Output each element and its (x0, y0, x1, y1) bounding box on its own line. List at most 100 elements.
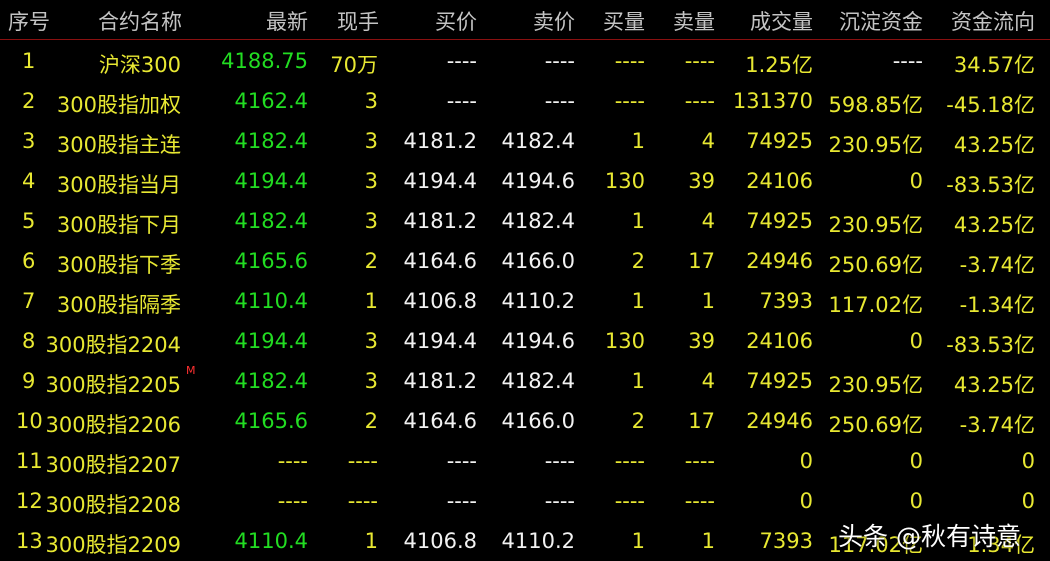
row-bid-volume: ---- (614, 89, 645, 113)
row-last-price: 4110.4 (234, 529, 308, 553)
header-index[interactable]: 序号 (8, 6, 50, 36)
row-bid-price: 4164.6 (403, 409, 477, 433)
row-ask-volume: 1 (701, 289, 715, 313)
row-volume: 7393 (759, 289, 813, 313)
row-index: 10 (16, 409, 43, 433)
row-hand: 3 (364, 329, 378, 353)
row-index: 9 (22, 369, 36, 393)
row-volume: 7393 (759, 529, 813, 553)
row-bid-price: 4106.8 (403, 529, 477, 553)
row-bid-volume: 1 (631, 529, 645, 553)
watermark: 头条 @秋有诗意 (838, 522, 1021, 551)
row-volume: 74925 (746, 129, 813, 153)
row-name: 300股指2208 (45, 493, 181, 517)
table-row[interactable]: 4 300股指当月 4194.4 3 4194.4 4194.6 130 39 24106 0 -8… (0, 161, 1050, 201)
row-bid-price: ---- (446, 449, 477, 473)
table-row[interactable]: 9 300股指2205 4182.4 3 4181.2 4182.4 1 4 74925 230.… (0, 361, 1050, 401)
row-bid-volume: 130 (604, 329, 645, 353)
row-name: 300股指2204 (45, 333, 181, 357)
header-volume[interactable]: 成交量 (750, 6, 813, 36)
row-hand: ---- (347, 449, 378, 473)
header-bid-volume[interactable]: 买量 (603, 6, 645, 36)
row-bid-price: 4181.2 (403, 129, 477, 153)
row-ask-volume: 4 (701, 209, 715, 233)
row-volume: 24106 (746, 329, 813, 353)
row-hand: 3 (364, 209, 378, 233)
row-fund: 0 (909, 329, 923, 353)
row-ask-price: ---- (544, 449, 575, 473)
row-ask-volume: 4 (701, 369, 715, 393)
row-flow: 0 (1021, 489, 1035, 513)
row-ask-price: ---- (544, 489, 575, 513)
row-name: 300股指下季 (56, 253, 181, 277)
table-row[interactable]: 11 300股指2207 ---- ---- ---- ---- ---- ---- 0 0 0 (0, 441, 1050, 481)
row-bid-volume: ---- (614, 489, 645, 513)
table-row[interactable]: 8 300股指2204 4194.4 3 4194.4 4194.6 130 39 24106 0… (0, 321, 1050, 361)
row-last-price: ---- (277, 489, 308, 513)
row-fund: 250.69亿 (828, 413, 923, 437)
row-fund: 230.95亿 (828, 213, 923, 237)
row-flow: -3.74亿 (959, 413, 1035, 437)
row-flow: 43.25亿 (953, 133, 1035, 157)
row-flow: 0 (1021, 449, 1035, 473)
header-ask[interactable]: 卖价 (533, 6, 575, 36)
row-index: 7 (22, 289, 36, 313)
row-fund: 598.85亿 (828, 93, 923, 117)
row-volume: 74925 (746, 209, 813, 233)
row-bid-price: 4181.2 (403, 209, 477, 233)
row-index: 6 (22, 249, 36, 273)
row-fund: 117.02亿 (828, 293, 923, 317)
row-last-price: 4182.4 (234, 129, 308, 153)
table-row[interactable]: 12 300股指2208 ---- ---- ---- ---- ---- ---- 0 0 0 (0, 481, 1050, 521)
header-last[interactable]: 最新 (266, 6, 308, 36)
row-flow: -1.34亿 (959, 293, 1035, 317)
table-row[interactable]: 10 300股指2206 4165.6 2 4164.6 4166.0 2 17 24946 25… (0, 401, 1050, 441)
row-name: 300股指2207 (45, 453, 181, 477)
row-ask-price: 4182.4 (501, 369, 575, 393)
row-ask-price: 4166.0 (501, 409, 575, 433)
row-bid-price: 4106.8 (403, 289, 477, 313)
row-volume: 0 (799, 489, 813, 513)
header-hand[interactable]: 现手 (337, 6, 379, 36)
header-name[interactable]: 合约名称 (98, 6, 182, 36)
row-hand: 3 (364, 129, 378, 153)
table-row[interactable]: 5 300股指下月 4182.4 3 4181.2 4182.4 1 4 74925 230.95… (0, 201, 1050, 241)
row-index: 1 (22, 49, 36, 73)
row-fund: 0 (909, 169, 923, 193)
table-row[interactable]: 6 300股指下季 4165.6 2 4164.6 4166.0 2 17 24946 250.6… (0, 241, 1050, 281)
row-name: 沪深300 (98, 53, 181, 77)
row-volume: 24946 (746, 249, 813, 273)
row-fund: 230.95亿 (828, 133, 923, 157)
table-row[interactable]: 1 沪深300 4188.75 70万 ---- ---- ---- ---- 1.25亿 ---… (0, 41, 1050, 81)
row-index: 13 (16, 529, 43, 553)
row-flow: 34.57亿 (953, 53, 1035, 77)
row-index: 2 (22, 89, 36, 113)
row-ask-volume: ---- (684, 489, 715, 513)
row-ask-price: 4182.4 (501, 209, 575, 233)
row-name: 300股指下月 (56, 213, 181, 237)
row-name: 300股指隔季 (56, 293, 181, 317)
row-hand: ---- (347, 489, 378, 513)
row-fund: 230.95亿 (828, 373, 923, 397)
header-bid[interactable]: 买价 (435, 6, 477, 36)
row-index: 3 (22, 129, 36, 153)
table-row[interactable]: 3 300股指主连 4182.4 3 4181.2 4182.4 1 4 74925 230.95… (0, 121, 1050, 161)
row-volume: 1.25亿 (745, 53, 813, 77)
row-last-price: 4165.6 (234, 409, 308, 433)
row-fund: 250.69亿 (828, 253, 923, 277)
header-flow[interactable]: 资金流向 (951, 6, 1035, 36)
row-hand: 70万 (330, 53, 378, 77)
row-volume: 24946 (746, 409, 813, 433)
row-flow: 43.25亿 (953, 373, 1035, 397)
table-row[interactable]: 7 300股指隔季 4110.4 1 4106.8 4110.2 1 1 7393 117.02亿… (0, 281, 1050, 321)
row-bid-price: ---- (446, 489, 477, 513)
row-ask-volume: ---- (684, 89, 715, 113)
table-row[interactable]: 2 300股指加权 4162.4 3 ---- ---- ---- ---- 131370 598… (0, 81, 1050, 121)
row-ask-price: 4110.2 (501, 289, 575, 313)
header-fund[interactable]: 沉淀资金 (839, 6, 923, 36)
row-bid-price: 4181.2 (403, 369, 477, 393)
row-last-price: 4194.4 (234, 329, 308, 353)
row-flow: 43.25亿 (953, 213, 1035, 237)
header-ask-volume[interactable]: 卖量 (673, 6, 715, 36)
row-ask-volume: 39 (688, 329, 715, 353)
